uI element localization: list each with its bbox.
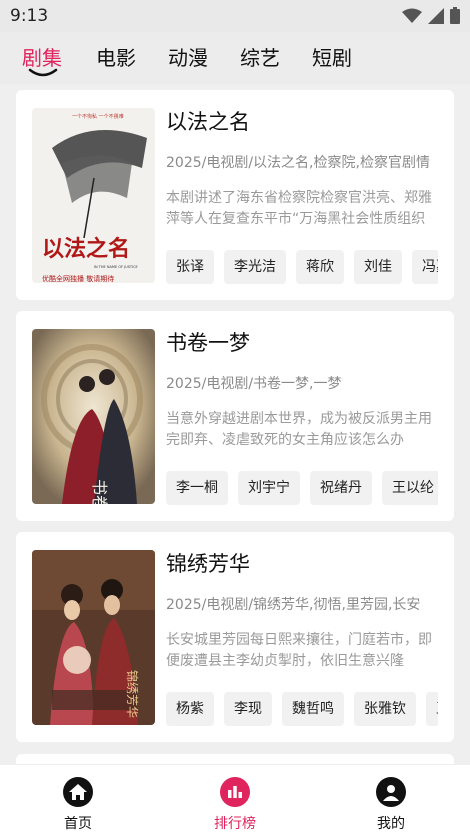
actor-tag[interactable]: 冯嘉怡 [412,250,438,284]
actor-tag[interactable]: 李一桐 [166,471,228,505]
show-description: 当意外穿越进剧本世界，成为被反派男主用完即弃、凌虐致死的女主角应该怎么办 [166,411,432,448]
signal-icon [428,7,444,24]
show-title: 书卷一梦 [166,331,250,355]
svg-text:以法之名: 以法之名 [42,236,130,262]
actor-tag[interactable]: 魏哲鸣 [282,692,344,726]
actor-tag[interactable]: 李现 [224,692,272,726]
poster-image: 一个不徇私 一个不畏难 以法之名 IN THE NAME OF JUSTICE … [32,108,155,283]
actor-tag[interactable]: 张译 [166,250,214,284]
svg-text:一个不徇私 一个不畏难: 一个不徇私 一个不畏难 [72,113,124,120]
show-meta: 2025/电视剧/以法之名,检察院,检察官剧情 [166,155,430,171]
actor-tag[interactable]: 王鹤润 [426,692,438,726]
tab-anime[interactable]: 动漫 [168,42,208,71]
nav-ranking[interactable]: 排行榜 [195,777,275,833]
show-description: 长安城里芳园每日熙来攘往，门庭若市，即便废遭县主李幼贞掣肘，依旧生意兴隆 [166,632,432,669]
show-title: 以法之名 [166,110,250,134]
show-meta: 2025/电视剧/锦绣芳华,彻悟,里芳园,长安 [166,597,421,613]
svg-text:书卷一梦: 书卷一梦 [90,479,109,504]
actor-tag[interactable]: 刘佳 [354,250,402,284]
actor-tag[interactable]: 杨紫 [166,692,214,726]
actor-tag[interactable]: 蒋欣 [296,250,344,284]
home-icon [63,777,93,807]
actor-tag[interactable]: 李光洁 [224,250,286,284]
actor-list: 张译 李光洁 蒋欣 刘佳 冯嘉怡 [166,250,438,284]
show-description: 本剧讲述了海东省检察院检察官洪亮、郑雅萍等人在复查东平市“万海黑社会性质组织案”… [166,190,432,227]
chart-icon [220,777,250,807]
actor-list: 杨紫 李现 魏哲鸣 张雅钦 王鹤润 [166,692,438,726]
poster-image: 书卷一梦 [32,329,155,504]
nav-home-label: 首页 [64,816,92,832]
battery-icon [450,7,460,24]
nav-home[interactable]: 首页 [38,777,118,833]
actor-tag[interactable]: 刘宇宁 [238,471,300,505]
status-time: 9:13 [10,6,49,26]
nav-profile[interactable]: 我的 [351,777,431,833]
svg-text:优酷全网独播 敬请期待: 优酷全网独播 敬请期待 [42,274,114,283]
active-tab-indicator [28,68,58,77]
show-meta: 2025/电视剧/书卷一梦,一梦 [166,376,342,392]
tab-variety[interactable]: 综艺 [240,42,280,71]
tab-tv-series[interactable]: 剧集 [22,42,62,71]
wifi-icon [402,8,422,23]
svg-text:锦绣芳华: 锦绣芳华 [125,670,139,718]
poster-image: 锦绣芳华 [32,550,155,725]
bottom-nav: 首页 排行榜 我的 [0,765,470,837]
actor-tag[interactable]: 张雅钦 [354,692,416,726]
category-tabs: 剧集 电影 动漫 综艺 短剧 [0,32,470,84]
user-icon [376,777,406,807]
actor-tag[interactable]: 王以纶 [382,471,438,505]
actor-list: 李一桐 刘宇宁 祝绪丹 王以纶 [166,471,438,505]
actor-tag[interactable]: 祝绪丹 [310,471,372,505]
show-card-partial[interactable] [16,754,454,764]
status-bar: 9:13 [0,0,470,32]
show-card[interactable]: 一个不徇私 一个不畏难 以法之名 IN THE NAME OF JUSTICE … [16,90,454,300]
tab-movies[interactable]: 电影 [96,42,136,71]
show-list: 一个不徇私 一个不畏难 以法之名 IN THE NAME OF JUSTICE … [0,84,470,764]
show-card[interactable]: 书卷一梦 书卷一梦 2025/电视剧/书卷一梦,一梦 当意外穿越进剧本世界，成为… [16,311,454,521]
show-title: 锦绣芳华 [166,552,250,576]
nav-profile-label: 我的 [377,816,405,832]
svg-text:IN THE NAME OF JUSTICE: IN THE NAME OF JUSTICE [94,265,138,269]
tab-short-drama[interactable]: 短剧 [312,42,352,71]
status-icons [402,7,460,24]
show-card[interactable]: 锦绣芳华 锦绣芳华 2025/电视剧/锦绣芳华,彻悟,里芳园,长安 长安城里芳园… [16,532,454,742]
nav-ranking-label: 排行榜 [214,816,256,832]
